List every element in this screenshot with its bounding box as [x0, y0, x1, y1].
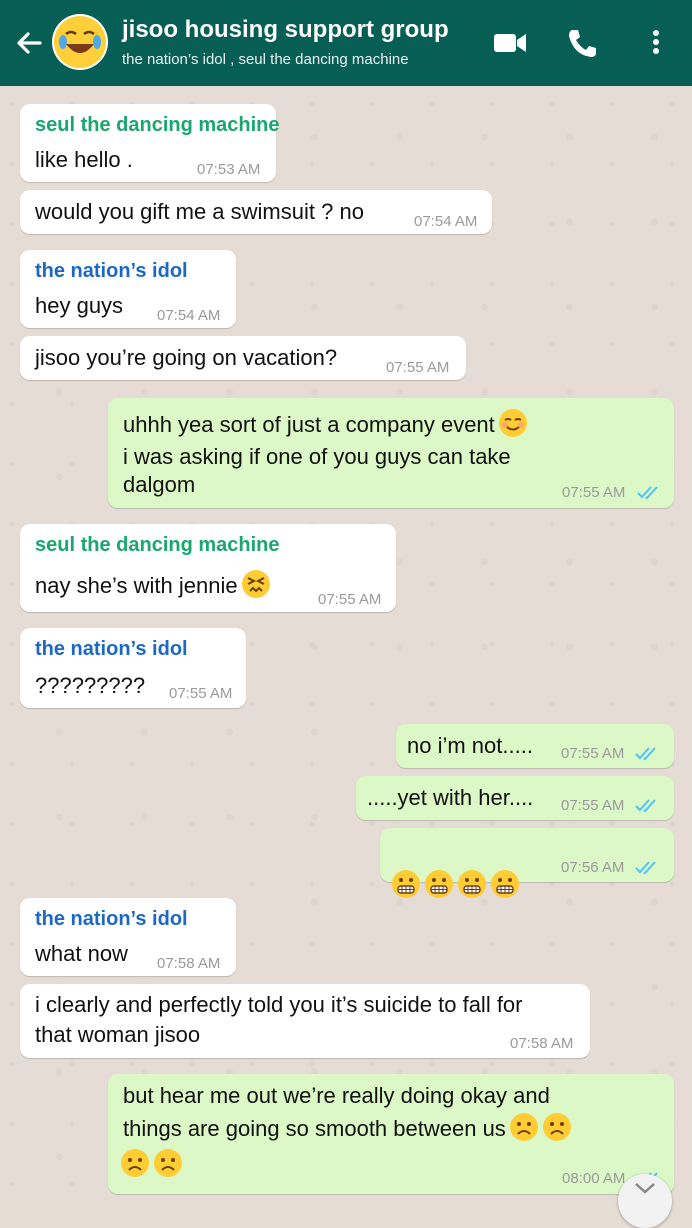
chat-participants[interactable]: the nation’s idol , seul the dancing mac…: [122, 51, 409, 68]
message-text: jisoo you’re going on vacation?: [35, 345, 338, 370]
incoming-message[interactable]: the nation’s idol what now 07:58 AM: [20, 898, 236, 976]
sender-name[interactable]: the nation’s idol: [35, 638, 188, 661]
outgoing-message[interactable]: uhhh yea sort of just a company event i …: [108, 398, 674, 508]
grimacing-face-emoji: [391, 869, 421, 899]
message-time: 07:56 AM: [561, 859, 625, 876]
outgoing-message[interactable]: 07:56 AM: [380, 828, 674, 898]
message-text-line: dalgom: [123, 472, 196, 497]
message-time: 07:55 AM: [169, 685, 233, 702]
phone-icon[interactable]: [562, 24, 602, 60]
message-time: 07:55 AM: [561, 797, 625, 814]
relieved-face-emoji: [498, 408, 528, 438]
sender-name[interactable]: the nation’s idol: [35, 908, 188, 931]
message-time: 07:58 AM: [157, 955, 221, 972]
read-receipt-icon: [634, 745, 660, 761]
incoming-message[interactable]: the nation’s idol hey guys 07:54 AM: [20, 250, 236, 328]
persevering-face-emoji: [241, 569, 271, 599]
grimacing-face-emoji: [457, 869, 487, 899]
message-text: ?????????: [35, 673, 146, 698]
chat-title[interactable]: jisoo housing support group: [122, 16, 449, 44]
back-arrow-icon[interactable]: [12, 26, 46, 60]
read-receipt-icon: [634, 797, 660, 813]
grimacing-face-emoji: [490, 869, 520, 899]
message-text-line: things are going so smooth between us: [123, 1112, 572, 1144]
chat-header: jisoo housing support group the nation’s…: [0, 0, 692, 86]
incoming-message[interactable]: seul the dancing machine nay she’s with …: [20, 524, 396, 612]
frowning-face-emoji: [509, 1112, 539, 1142]
message-time: 07:55 AM: [562, 484, 626, 501]
message-time: 07:54 AM: [157, 307, 221, 324]
more-vert-icon[interactable]: [636, 24, 676, 60]
frowning-face-emoji: [153, 1148, 183, 1178]
video-call-icon[interactable]: [490, 24, 530, 60]
message-text-line: uhhh yea sort of just a company event: [123, 408, 528, 440]
message-text: no i’m not.....: [407, 733, 533, 758]
group-avatar[interactable]: [52, 14, 108, 70]
emoji-row: [388, 839, 520, 901]
message-time: 07:55 AM: [561, 745, 625, 762]
message-text: what now: [35, 941, 128, 966]
outgoing-message[interactable]: but hear me out we’re really doing okay …: [108, 1074, 674, 1194]
message-text: i clearly and perfectly told you it’s su…: [35, 992, 523, 1047]
grimacing-face-emoji: [424, 869, 454, 899]
message-text-line: i was asking if one of you guys can take: [123, 444, 511, 469]
message-time: 07:53 AM: [197, 161, 261, 178]
message-text: nay she’s with jennie: [35, 569, 271, 601]
message-text: like hello .: [35, 147, 133, 172]
outgoing-message[interactable]: .....yet with her.... 07:55 AM: [356, 776, 674, 820]
scroll-to-bottom-button[interactable]: [618, 1174, 672, 1228]
frowning-face-emoji: [120, 1148, 150, 1178]
sender-name[interactable]: seul the dancing machine: [35, 534, 280, 557]
read-receipt-icon: [634, 859, 660, 875]
sender-name[interactable]: the nation’s idol: [35, 260, 188, 283]
message-text: would you gift me a swimsuit ? no: [35, 199, 364, 224]
message-time: 07:54 AM: [414, 213, 478, 230]
incoming-message[interactable]: i clearly and perfectly told you it’s su…: [20, 984, 590, 1058]
sender-name[interactable]: seul the dancing machine: [35, 114, 280, 137]
message-time: 07:55 AM: [318, 591, 382, 608]
message-time: 07:55 AM: [386, 359, 450, 376]
message-text: .....yet with her....: [367, 785, 534, 810]
incoming-message[interactable]: would you gift me a swimsuit ? no 07:54 …: [20, 190, 492, 234]
incoming-message[interactable]: seul the dancing machine like hello . 07…: [20, 104, 280, 182]
frowning-face-emoji: [542, 1112, 572, 1142]
message-time: 08:00 AM: [562, 1170, 626, 1187]
outgoing-message[interactable]: no i’m not..... 07:55 AM: [396, 724, 674, 768]
incoming-message[interactable]: jisoo you’re going on vacation? 07:55 AM: [20, 336, 466, 380]
message-text: hey guys: [35, 293, 124, 318]
message-text-line: but hear me out we’re really doing okay …: [123, 1083, 550, 1108]
incoming-message[interactable]: the nation’s idol ????????? 07:55 AM: [20, 628, 246, 708]
read-receipt-icon: [636, 484, 662, 500]
emoji-row: [117, 1148, 183, 1180]
message-time: 07:58 AM: [510, 1035, 574, 1052]
